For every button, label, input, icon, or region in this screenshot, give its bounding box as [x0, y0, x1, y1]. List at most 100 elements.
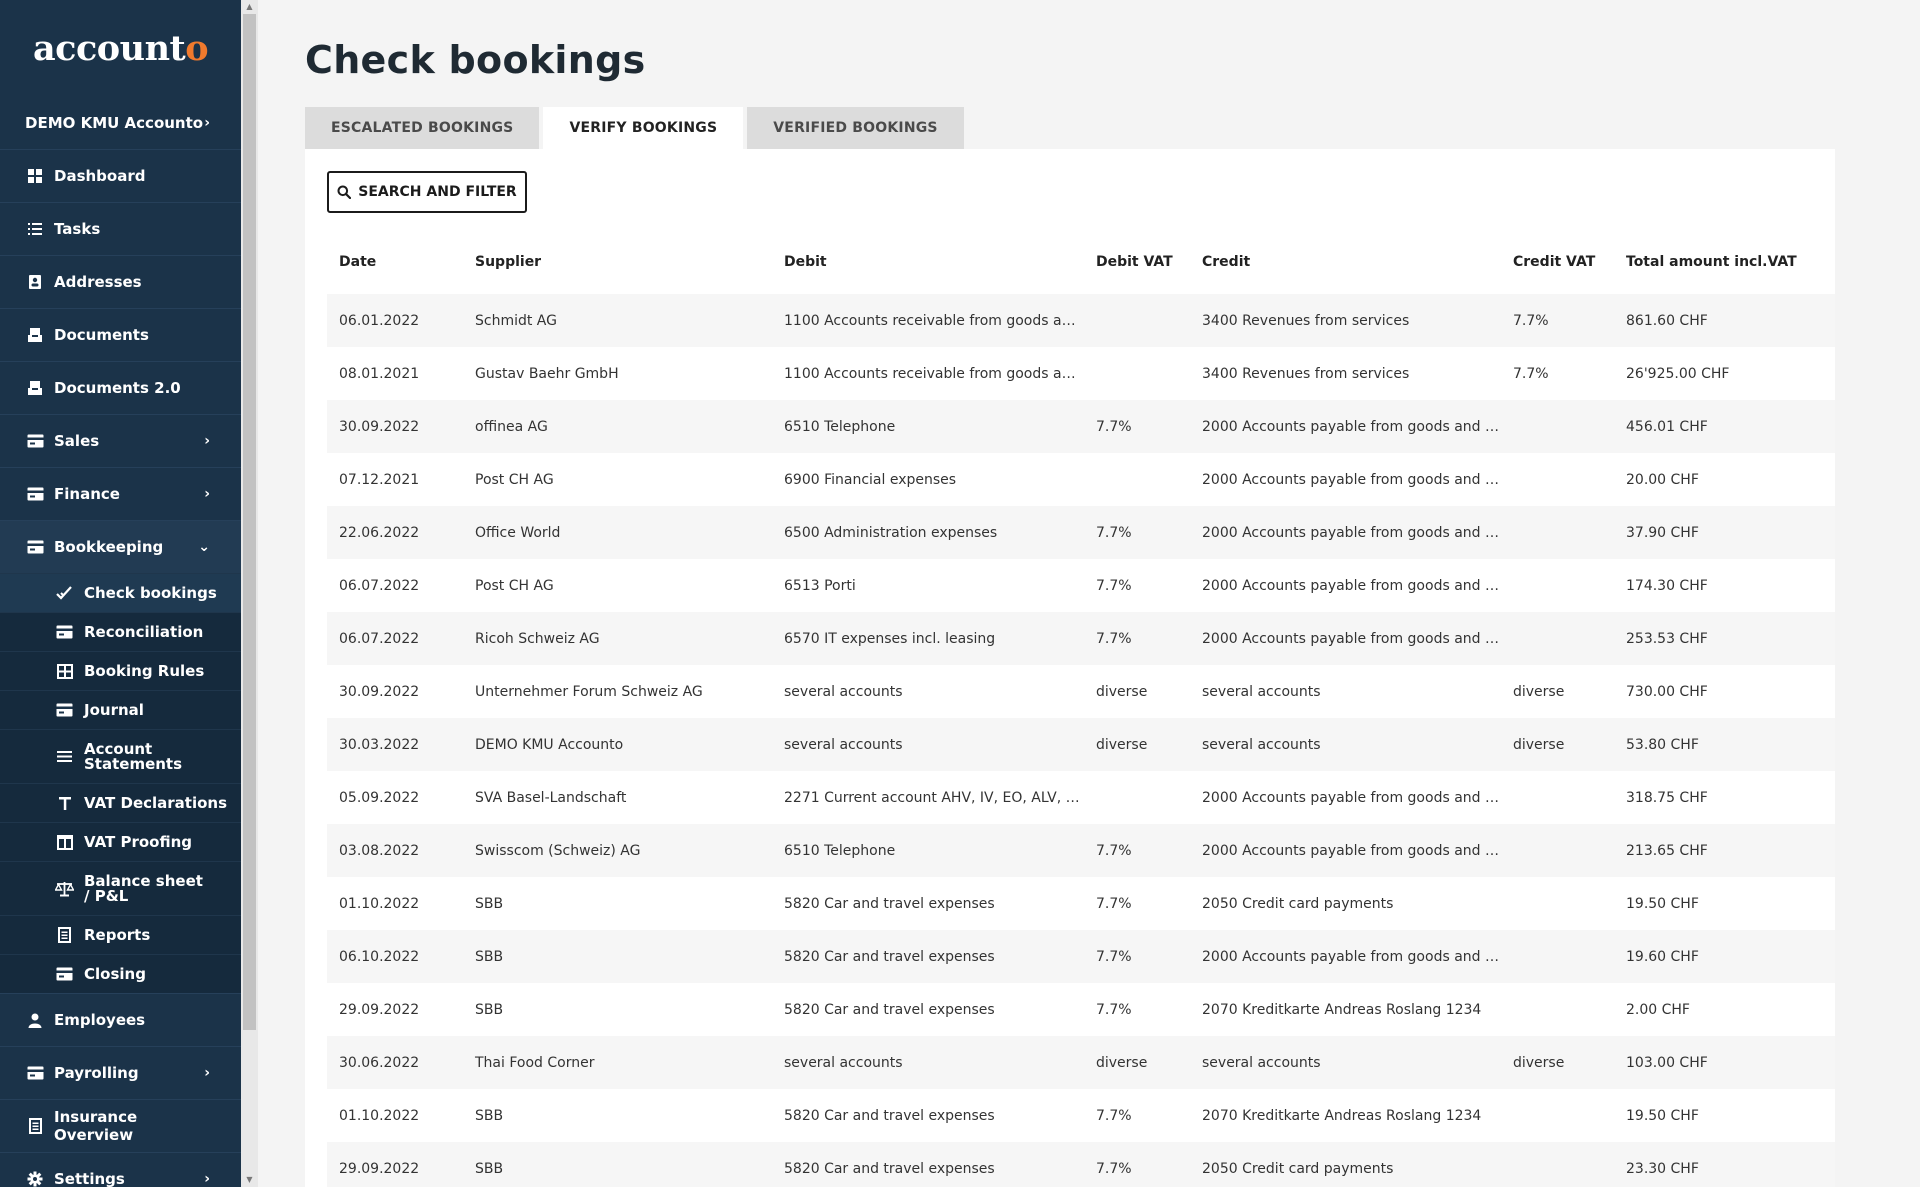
cell-debit: 5820 Car and travel expenses: [772, 1089, 1084, 1142]
cell-credit: 2000 Accounts payable from goods and ser…: [1190, 771, 1501, 824]
table-row[interactable]: 30.09.2022 Unternehmer Forum Schweiz AG se…: [327, 665, 1835, 718]
cell-debit-vat: [1084, 347, 1190, 400]
table-row[interactable]: 01.10.2022 SBB 5820 Car and travel expense…: [327, 1089, 1835, 1142]
cell-debit: 6900 Financial expenses: [772, 453, 1084, 506]
sidebar-item-label: Settings: [54, 1170, 125, 1187]
sidebar-item-finance[interactable]: Finance ›: [0, 467, 241, 520]
cell-supplier: Office World: [463, 506, 772, 559]
table-row[interactable]: 05.09.2022 SVA Basel-Landschaft 2271 Curre…: [327, 771, 1835, 824]
sidebar-item-insurance-overview[interactable]: Insurance Overview: [0, 1099, 241, 1152]
cell-total-amount: 456.01 CHF: [1614, 400, 1835, 453]
search-icon: [337, 185, 352, 199]
table-row[interactable]: 06.07.2022 Ricoh Schweiz AG 6570 IT expens…: [327, 612, 1835, 665]
sidebar-item-documents-2-0[interactable]: Documents 2.0: [0, 361, 241, 414]
sidebar-item-label: Dashboard: [54, 167, 146, 185]
report-icon: [55, 927, 74, 943]
dashboard-icon: [25, 168, 45, 184]
column-header-date[interactable]: Date: [327, 229, 463, 294]
cell-credit-vat: diverse: [1501, 1036, 1614, 1089]
sidebar-subitem-vat-proofing[interactable]: VAT Proofing: [0, 822, 241, 861]
cell-date: 29.09.2022: [327, 983, 463, 1036]
table-row[interactable]: 29.09.2022 SBB 5820 Car and travel expense…: [327, 983, 1835, 1036]
cell-total-amount: 26'925.00 CHF: [1614, 347, 1835, 400]
sidebar-item-dashboard[interactable]: Dashboard: [0, 149, 241, 202]
cell-total-amount: 318.75 CHF: [1614, 771, 1835, 824]
cell-date: 29.09.2022: [327, 1142, 463, 1187]
cell-date: 05.09.2022: [327, 771, 463, 824]
cell-supplier: DEMO KMU Accounto: [463, 718, 772, 771]
table-row[interactable]: 30.03.2022 DEMO KMU Accounto several accou…: [327, 718, 1835, 771]
sidebar-subitem-account-statements[interactable]: Account Statements: [0, 729, 241, 783]
company-switcher[interactable]: DEMO KMU Accounto ›: [0, 97, 241, 149]
column-header-debit-vat[interactable]: Debit VAT: [1084, 229, 1190, 294]
cell-credit-vat: 7.7%: [1501, 347, 1614, 400]
sidebar-item-payrolling[interactable]: Payrolling ›: [0, 1046, 241, 1099]
cell-debit-vat: 7.7%: [1084, 400, 1190, 453]
table-row[interactable]: 01.10.2022 SBB 5820 Car and travel expense…: [327, 877, 1835, 930]
cell-date: 30.09.2022: [327, 665, 463, 718]
cell-debit: 5820 Car and travel expenses: [772, 1142, 1084, 1187]
table-row[interactable]: 07.12.2021 Post CH AG 6900 Financial expen…: [327, 453, 1835, 506]
tab-verified-bookings[interactable]: VERIFIED BOOKINGS: [747, 107, 964, 149]
table-row[interactable]: 30.06.2022 Thai Food Corner several accoun…: [327, 1036, 1835, 1089]
cell-credit: several accounts: [1190, 718, 1501, 771]
tab-escalated-bookings[interactable]: ESCALATED BOOKINGS: [305, 107, 540, 149]
table-row[interactable]: 08.01.2021 Gustav Baehr GmbH 1100 Accounts…: [327, 347, 1835, 400]
sidebar-subitem-check-bookings[interactable]: Check bookings: [0, 573, 241, 612]
sidebar-subitem-balance-sheet-p-l[interactable]: Balance sheet / P&L: [0, 861, 241, 915]
cell-debit-vat: 7.7%: [1084, 983, 1190, 1036]
accounto-logo[interactable]: account o: [0, 0, 241, 97]
cell-total-amount: 730.00 CHF: [1614, 665, 1835, 718]
table-row[interactable]: 06.07.2022 Post CH AG 6513 Porti 7.7% 2000 A…: [327, 559, 1835, 612]
sidebar-subitem-vat-declarations[interactable]: VAT Declarations: [0, 783, 241, 822]
sidebar-item-settings[interactable]: Settings ›: [0, 1152, 241, 1187]
table-row[interactable]: 03.08.2022 Swisscom (Schweiz) AG 6510 Tele…: [327, 824, 1835, 877]
scroll-thumb[interactable]: [243, 14, 256, 1030]
company-name: DEMO KMU Accounto: [25, 114, 204, 132]
sidebar-subitem-journal[interactable]: Journal: [0, 690, 241, 729]
column-header-credit[interactable]: Credit: [1190, 229, 1501, 294]
balance-scale-icon: [55, 881, 74, 897]
sidebar-item-tasks[interactable]: Tasks: [0, 202, 241, 255]
sidebar-item-sales[interactable]: Sales ›: [0, 414, 241, 467]
sidebar-subitem-reports[interactable]: Reports: [0, 915, 241, 954]
sidebar-item-label: Sales: [54, 432, 100, 450]
search-and-filter-button[interactable]: SEARCH AND FILTER: [327, 171, 527, 213]
column-header-credit-vat[interactable]: Credit VAT: [1501, 229, 1614, 294]
sidebar-item-documents[interactable]: Documents: [0, 308, 241, 361]
cell-credit: 2000 Accounts payable from goods and ser…: [1190, 453, 1501, 506]
cell-debit-vat: 7.7%: [1084, 1089, 1190, 1142]
chevron-right-icon: ›: [204, 115, 210, 131]
table-row[interactable]: 29.09.2022 SBB 5820 Car and travel expense…: [327, 1142, 1835, 1187]
cell-credit: 2070 Kreditkarte Andreas Roslang 1234: [1190, 983, 1501, 1036]
column-header-debit[interactable]: Debit: [772, 229, 1084, 294]
sidebar-subitem-booking-rules[interactable]: Booking Rules: [0, 651, 241, 690]
sidebar-subitem-reconciliation[interactable]: Reconciliation: [0, 612, 241, 651]
cell-debit-vat: diverse: [1084, 718, 1190, 771]
cell-supplier: Post CH AG: [463, 559, 772, 612]
sidebar-item-addresses[interactable]: Addresses: [0, 255, 241, 308]
cell-credit: 2000 Accounts payable from goods and ser…: [1190, 824, 1501, 877]
cell-total-amount: 53.80 CHF: [1614, 718, 1835, 771]
columns-icon: [55, 834, 74, 850]
sidebar-subitem-closing[interactable]: Closing: [0, 954, 241, 993]
cell-credit: 2070 Kreditkarte Andreas Roslang 1234: [1190, 1089, 1501, 1142]
table-row[interactable]: 30.09.2022 offinea AG 6510 Telephone 7.7% 20…: [327, 400, 1835, 453]
table-row[interactable]: 06.10.2022 SBB 5820 Car and travel expense…: [327, 930, 1835, 983]
column-header-total-amount[interactable]: Total amount incl.VAT: [1614, 229, 1835, 294]
sidebar-item-employees[interactable]: Employees: [0, 993, 241, 1046]
user-icon: [25, 1012, 45, 1028]
card-icon: [25, 486, 45, 502]
cell-credit: several accounts: [1190, 665, 1501, 718]
tab-verify-bookings[interactable]: VERIFY BOOKINGS: [543, 107, 744, 149]
sidebar-item-label: Finance: [54, 485, 120, 503]
sidebar-item-bookkeeping[interactable]: Bookkeeping ⌄: [0, 520, 241, 573]
scroll-up-arrow-icon[interactable]: ▲: [241, 0, 258, 14]
sidebar-scrollbar[interactable]: ▲ ▼: [241, 0, 258, 1187]
cell-supplier: Swisscom (Schweiz) AG: [463, 824, 772, 877]
table-row[interactable]: 22.06.2022 Office World 6500 Administratio…: [327, 506, 1835, 559]
table-row[interactable]: 06.01.2022 Schmidt AG 1100 Accounts receiv…: [327, 294, 1835, 347]
column-header-supplier[interactable]: Supplier: [463, 229, 772, 294]
scroll-down-arrow-icon[interactable]: ▼: [241, 1173, 258, 1187]
cell-total-amount: 23.30 CHF: [1614, 1142, 1835, 1187]
